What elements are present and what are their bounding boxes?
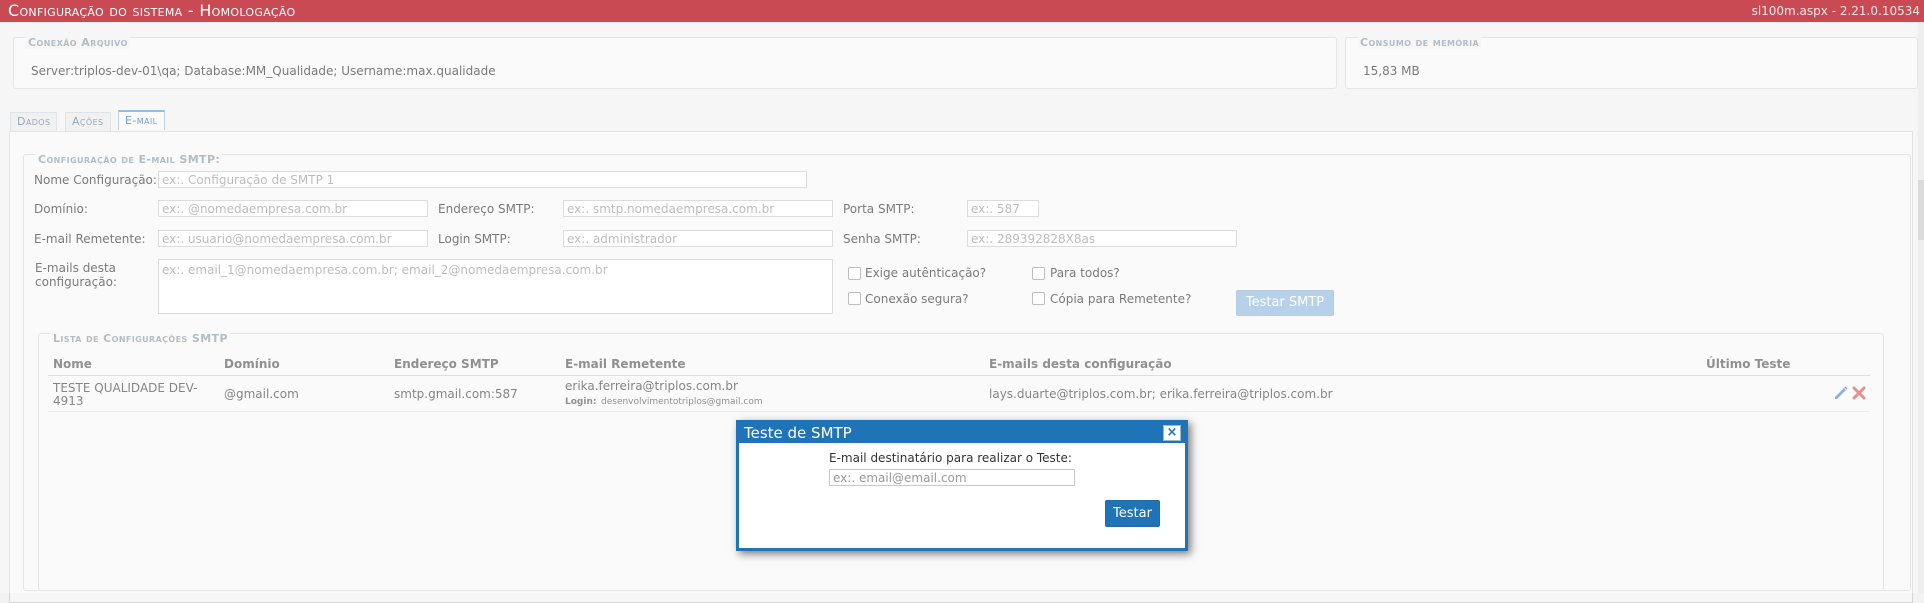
- dialog-title: Teste de SMTP: [739, 423, 1185, 443]
- dialog-prompt: E-mail destinatário para realizar o Test…: [829, 451, 1072, 465]
- version-label: sl100m.aspx - 2.21.0.10534: [1751, 4, 1920, 18]
- close-icon[interactable]: ×: [1163, 425, 1181, 441]
- page-title: Configuração do sistema - Homologação: [8, 1, 296, 20]
- top-bar: Configuração do sistema - Homologação sl…: [0, 0, 1924, 22]
- smtp-test-dialog: Teste de SMTP × E-mail destinatário para…: [736, 420, 1188, 551]
- recipient-email-input[interactable]: [829, 469, 1075, 486]
- test-button[interactable]: Testar: [1105, 500, 1160, 527]
